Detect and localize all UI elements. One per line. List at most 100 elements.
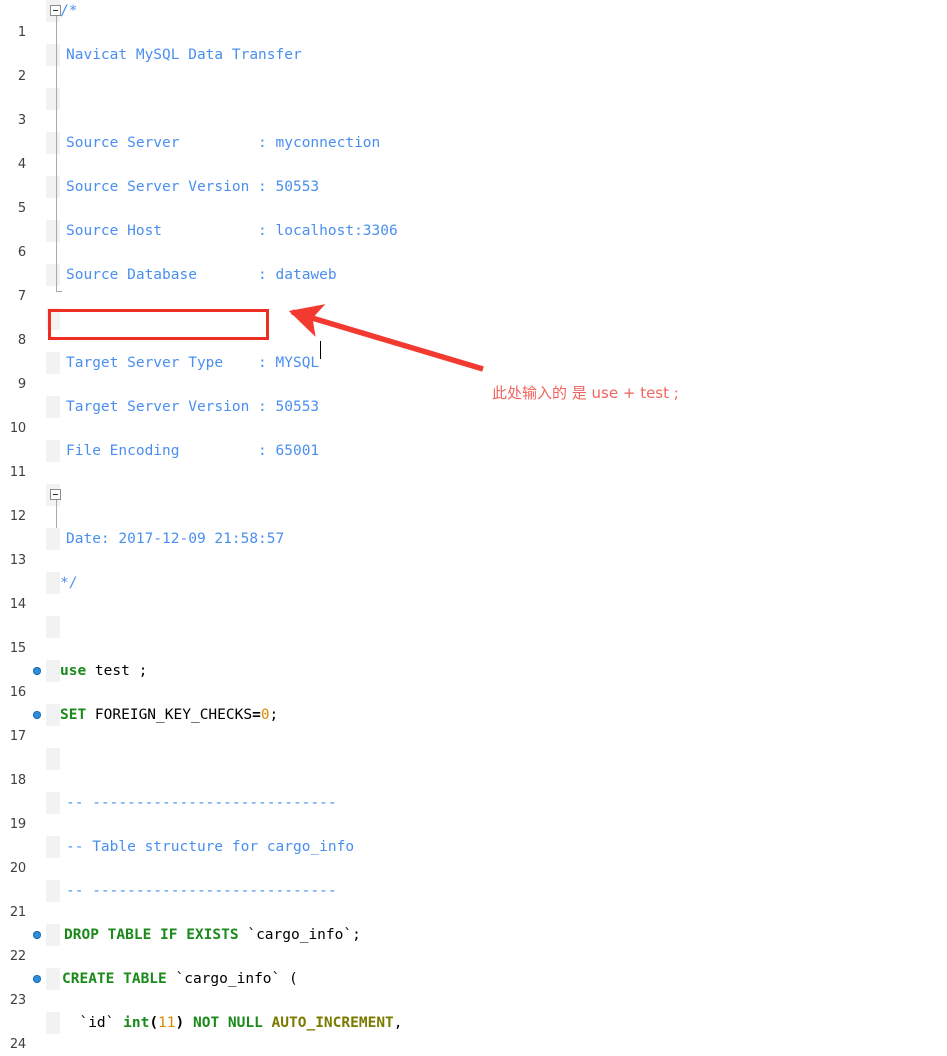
code-line[interactable]: 17 SET FOREIGN_KEY_CHECKS=0; [0,704,947,744]
gutter-strip [46,352,60,374]
gutter-strip [46,880,60,902]
sql-paren: ( [149,1015,159,1031]
line-text: CREATE TABLE `cargo_info` ( [62,968,298,990]
line-text: /* [60,3,78,19]
sql-keyword-drop: DROP TABLE IF EXISTS [64,927,239,943]
code-line[interactable]: 1 /* [0,0,947,40]
line-number: 18 [9,773,26,788]
sql-editor[interactable]: 1 /* 2 Navicat MySQL Data Transfer 3 4 S… [0,0,947,1052]
gutter-strip [46,924,60,946]
bookmark-dot[interactable] [33,975,41,983]
text-caret [320,341,321,359]
code-line[interactable]: 20 -- Table structure for cargo_info [0,836,947,876]
fold-toggle-create-table[interactable] [50,489,61,500]
sql-number: 0 [260,707,270,723]
line-text: Source Server : myconnection [66,135,381,151]
fold-guide-line [56,500,57,528]
line-text: Source Server Version : 50553 [66,179,320,195]
gutter-strip [46,968,60,990]
line-number: 11 [9,465,26,480]
gutter-strip [46,704,60,726]
line-text: Date: 2017-12-09 21:58:57 [66,531,285,547]
code-line[interactable]: 7 Source Database : dataweb [0,264,947,304]
line-text: DROP TABLE IF EXISTS `cargo_info`; [64,924,361,946]
gutter-strip [46,44,60,66]
bookmark-dot[interactable] [33,667,41,675]
line-text: Target Server Version : 50553 [66,399,320,415]
sql-table-name: `cargo_info`; [238,927,361,943]
code-line[interactable]: 13 Date: 2017-12-09 21:58:57 [0,528,947,568]
gutter-strip [46,308,60,330]
sql-type-int: int [123,1015,150,1031]
fold-toggle-comment-block[interactable] [50,5,61,16]
line-text: SET FOREIGN_KEY_CHECKS=0; [60,704,278,726]
gutter-strip [46,132,60,154]
line-number: 2 [17,69,26,84]
bookmark-dot[interactable] [33,931,41,939]
code-line[interactable]: 5 Source Server Version : 50553 [0,176,947,216]
code-line[interactable]: 22 DROP TABLE IF EXISTS `cargo_info`; [0,924,947,964]
gutter-strip [46,88,60,110]
line-number: 22 [9,949,26,964]
code-line[interactable]: 21 -- ---------------------------- [0,880,947,920]
code-line[interactable]: 16 use test ; [0,660,947,700]
line-text: -- ---------------------------- [66,795,337,811]
sql-paren: ) [175,1015,185,1031]
code-line[interactable]: 8 [0,308,947,348]
gutter-strip [46,264,60,286]
line-number: 12 [9,509,26,524]
code-line[interactable]: 4 Source Server : myconnection [0,132,947,172]
line-text: Source Host : localhost:3306 [66,223,398,239]
line-number: 14 [9,597,26,612]
line-text: use test ; [60,660,147,682]
gutter-strip [46,176,60,198]
code-line[interactable]: 10 Target Server Version : 50553 [0,396,947,436]
code-line[interactable]: 19 -- ---------------------------- [0,792,947,832]
code-line[interactable]: 24 `id` int(11) NOT NULL AUTO_INCREMENT, [0,1012,947,1052]
sql-keyword-set: SET [60,707,87,723]
code-line[interactable]: 12 [0,484,947,524]
gutter-strip [46,616,60,638]
gutter-strip [46,528,60,550]
sql-table-name: `cargo_info` ( [166,971,298,987]
sql-semicolon: ; [269,707,279,723]
gutter-strip [46,572,60,594]
code-line[interactable]: 23 CREATE TABLE `cargo_info` ( [0,968,947,1008]
line-number: 16 [9,685,26,700]
line-number: 9 [17,377,26,392]
line-number: 4 [17,157,26,172]
code-line[interactable]: 6 Source Host : localhost:3306 [0,220,947,260]
sql-operator: = [252,707,261,723]
code-line[interactable]: 3 [0,88,947,128]
gutter-strip [46,1012,60,1034]
line-number: 17 [9,729,26,744]
line-text: */ [60,575,78,591]
line-text: Navicat MySQL Data Transfer [66,47,302,63]
code-line[interactable]: 18 [0,748,947,788]
code-line[interactable]: 14 */ [0,572,947,612]
line-number: 7 [17,289,26,304]
line-number: 23 [9,993,26,1008]
line-number: 19 [9,817,26,832]
line-number: 21 [9,905,26,920]
code-line[interactable]: 11 File Encoding : 65001 [0,440,947,480]
bookmark-dot[interactable] [33,711,41,719]
gutter-strip [46,220,60,242]
code-line[interactable]: 9 Target Server Type : MYSQL [0,352,947,392]
line-number: 15 [9,641,26,656]
line-number: 20 [9,861,26,876]
line-number: 13 [9,553,26,568]
line-number: 1 [17,25,26,40]
line-text: Target Server Type : MYSQL [66,355,320,371]
sql-comma: , [393,1015,403,1031]
code-line[interactable]: 15 [0,616,947,656]
line-number: 3 [17,113,26,128]
line-text: -- Table structure for cargo_info [66,839,355,855]
line-number: 8 [17,333,26,348]
gutter-strip [46,440,60,462]
sql-keyword-create: CREATE TABLE [62,971,167,987]
gutter-strip [46,748,60,770]
code-line[interactable]: 2 Navicat MySQL Data Transfer [0,44,947,84]
gutter-strip [46,792,60,814]
sql-keyword-use: use [60,663,87,679]
